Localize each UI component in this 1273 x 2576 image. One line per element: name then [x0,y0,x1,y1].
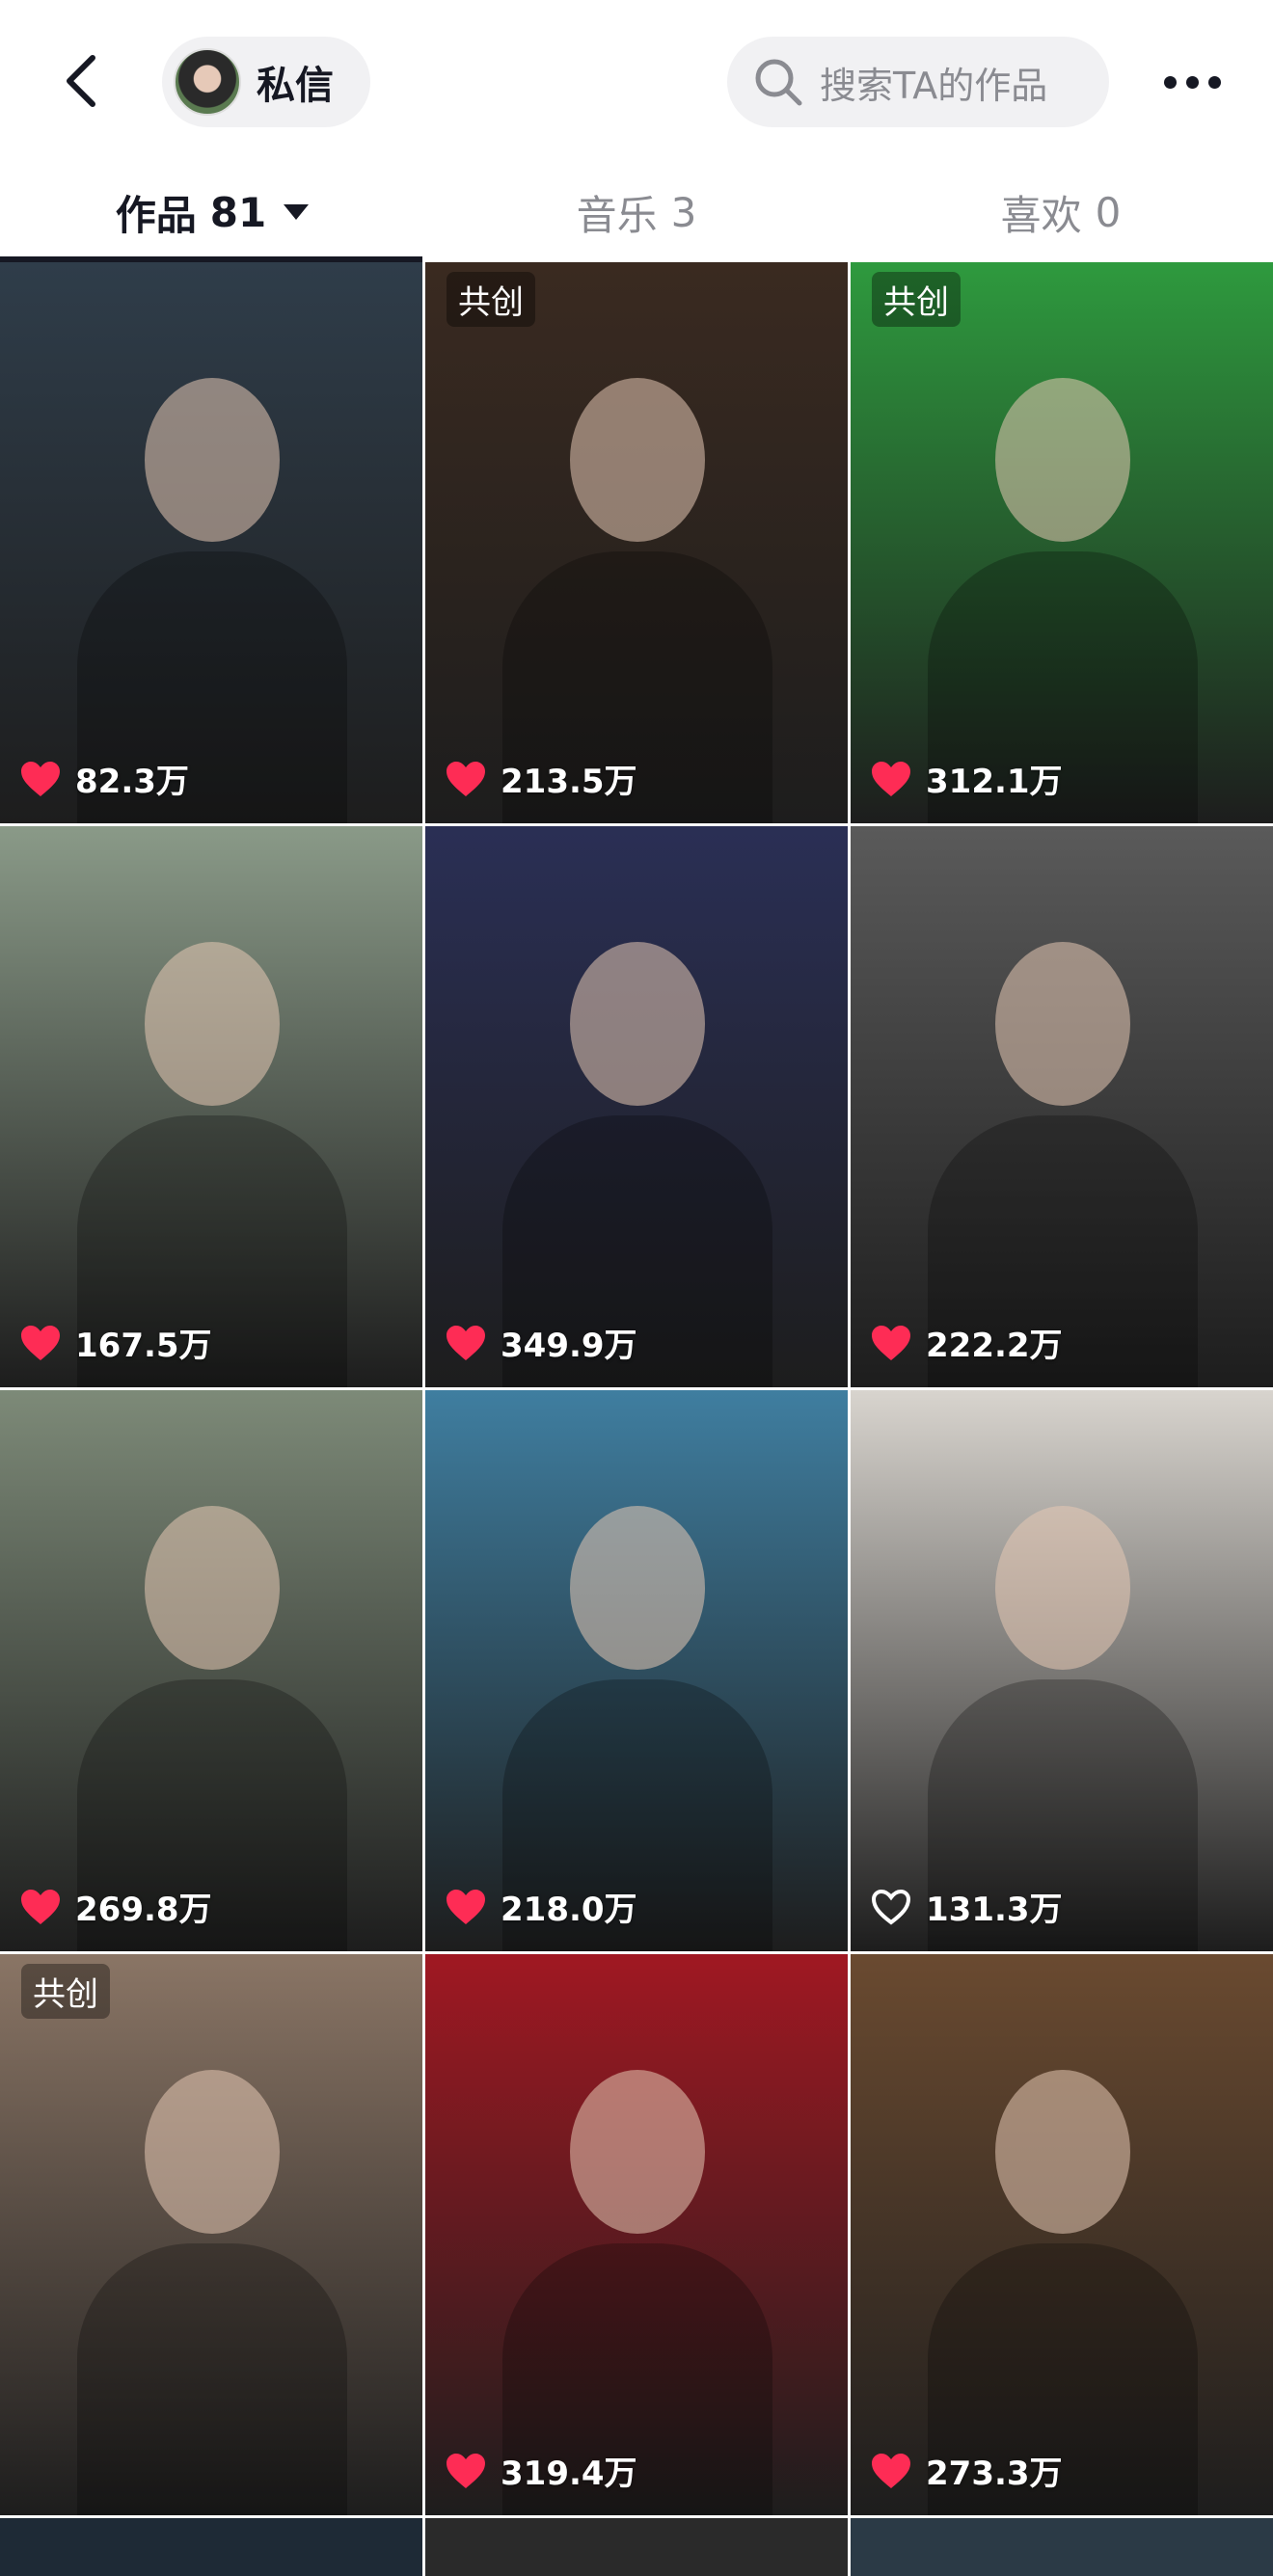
heart-outline-icon [871,1889,911,1925]
thumbnail-figure [995,942,1130,1106]
video-thumbnail[interactable]: 共创 312.1万 [851,262,1273,823]
like-count-label: 269.8万 [75,1891,212,1929]
search-icon [755,59,802,106]
chevron-left-icon [67,55,95,107]
video-thumbnail[interactable]: 共创 [0,1954,422,2515]
thumbnail-figure-body [77,2243,347,2515]
like-count: 312.1万 [870,755,1063,802]
like-count-label: 222.2万 [926,1327,1063,1365]
search-placeholder: 搜索TA的作品 [820,64,1048,107]
heart-icon [21,1889,60,1924]
search-input[interactable]: 搜索TA的作品 [727,37,1109,127]
tab-music-label: 音乐 [576,191,658,239]
like-count: 82.3万 [19,755,189,802]
thumbnail-figure [995,2070,1130,2234]
private-message-button[interactable]: 私信 [162,37,370,127]
like-count-label: 349.9万 [501,1327,637,1365]
heart-icon [872,761,910,796]
video-thumbnail[interactable]: 222.2万 [851,826,1273,1387]
like-count: 218.0万 [445,1883,637,1930]
thumbnail-figure [145,942,280,1106]
like-count-label: 82.3万 [75,763,189,801]
thumbnail-figure [570,2070,705,2234]
like-count-label: 319.4万 [501,2455,637,2493]
tab-likes-count: 0 [1095,188,1122,236]
video-thumbnail[interactable] [0,2518,422,2576]
video-thumbnail[interactable]: 82.3万 [0,262,422,823]
like-count-label: 218.0万 [501,1891,637,1929]
video-thumbnail[interactable]: 269.8万 [0,1390,422,1951]
private-message-label: 私信 [257,64,334,108]
more-dot-icon [1207,75,1221,89]
thumbnail-figure [145,378,280,542]
like-count-label: 167.5万 [75,1327,212,1365]
thumbnail-figure [145,2070,280,2234]
thumbnail-figure [145,1506,280,1670]
like-count: 131.3万 [870,1883,1063,1930]
heart-icon [447,1889,485,1924]
more-options-button[interactable] [1144,48,1240,116]
video-thumbnail[interactable]: 131.3万 [851,1390,1273,1951]
tab-likes[interactable]: 喜欢 0 [849,162,1273,262]
video-thumbnail[interactable]: 167.5万 [0,826,422,1387]
thumbnail-figure [570,1506,705,1670]
more-dot-icon [1185,75,1199,89]
tab-works-label: 作品 [115,191,197,239]
caret-down-icon[interactable] [284,204,310,220]
more-dot-icon [1163,75,1177,89]
heart-icon [21,761,60,796]
like-count-label: 213.5万 [501,763,637,801]
tab-likes-label: 喜欢 [1000,191,1082,239]
like-count: 222.2万 [870,1319,1063,1366]
video-thumbnail[interactable] [425,2518,848,2576]
tab-music[interactable]: 音乐 3 [424,162,849,262]
thumbnail-figure [995,378,1130,542]
like-count: 213.5万 [445,755,637,802]
video-grid: 82.3万 共创 213.5万 共创 312.1万 167.5万 349.9万 222.2万 2… [0,262,1273,2576]
video-thumbnail[interactable]: 349.9万 [425,826,848,1387]
like-count: 269.8万 [19,1883,212,1930]
top-bar: 私信 搜索TA的作品 [0,0,1273,162]
heart-icon [21,1325,60,1360]
content-tabs: 作品 81 音乐 3 喜欢 0 [0,162,1273,262]
video-thumbnail[interactable]: 218.0万 [425,1390,848,1951]
back-button[interactable] [46,39,116,123]
avatar [174,48,241,116]
heart-icon [872,1325,910,1360]
co-creation-badge: 共创 [872,272,961,327]
video-thumbnail[interactable] [851,2518,1273,2576]
like-count: 273.3万 [870,2447,1063,2494]
tab-works[interactable]: 作品 81 [0,162,424,262]
like-count-label: 131.3万 [926,1891,1063,1929]
video-thumbnail[interactable]: 319.4万 [425,1954,848,2515]
like-count: 167.5万 [19,1319,212,1366]
heart-icon [872,2453,910,2488]
thumbnail-figure [995,1506,1130,1670]
tab-works-count: 81 [209,188,267,236]
heart-icon [447,1325,485,1360]
video-thumbnail[interactable]: 273.3万 [851,1954,1273,2515]
like-count-label: 312.1万 [926,763,1063,801]
tab-music-count: 3 [670,188,697,236]
like-count-label: 273.3万 [926,2455,1063,2493]
thumbnail-figure [570,378,705,542]
like-count: 319.4万 [445,2447,637,2494]
video-thumbnail[interactable]: 共创 213.5万 [425,262,848,823]
heart-icon [447,761,485,796]
heart-icon [447,2453,485,2488]
thumbnail-figure [570,942,705,1106]
co-creation-badge: 共创 [21,1964,110,2019]
like-count: 349.9万 [445,1319,637,1366]
co-creation-badge: 共创 [447,272,535,327]
